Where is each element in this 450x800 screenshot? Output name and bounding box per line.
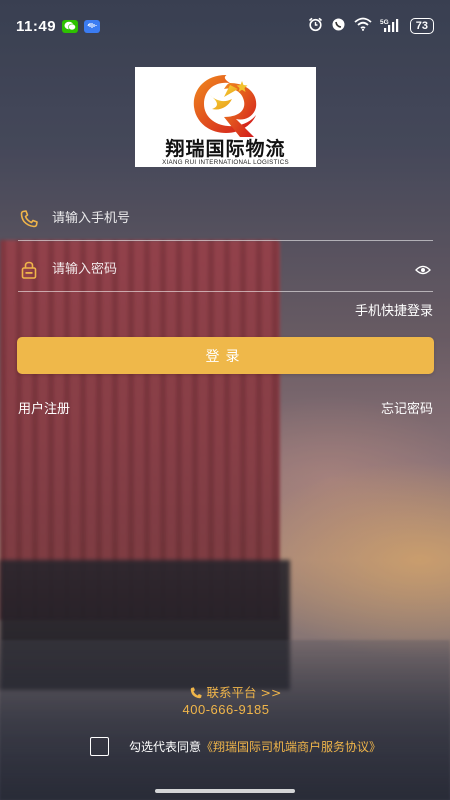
status-bar: 11:49 5G 73 [0, 0, 450, 52]
contact-label[interactable]: 联系平台 >> [207, 684, 282, 701]
signal-icon: 5G [380, 17, 402, 36]
message-icon [84, 19, 101, 33]
svg-text:5G: 5G [380, 19, 389, 26]
status-right: 5G 73 [308, 17, 434, 36]
hd-call-icon [331, 17, 346, 36]
password-input[interactable] [52, 262, 413, 277]
logo-english-name: XIANG RUI INTERNATIONAL LOGISTICS [162, 159, 289, 166]
status-time: 11:49 [16, 17, 57, 35]
forgot-password-link[interactable]: 忘记密码 [381, 398, 433, 417]
phone-icon [18, 208, 40, 230]
contact-phone-number[interactable]: 400-666-9185 [2, 701, 450, 718]
lock-icon [18, 259, 40, 281]
contact-line[interactable]: 联系平台 >> [20, 684, 450, 701]
agreement-link[interactable]: 《翔瑞国际司机端商户服务协议》 [201, 738, 381, 755]
quick-login-link[interactable]: 手机快捷登录 [355, 300, 433, 319]
battery-indicator: 73 [409, 18, 434, 34]
contact-platform[interactable]: 联系平台 >> 400-666-9185 [0, 684, 450, 718]
agreement-text: 勾选代表同意 [129, 740, 202, 754]
agreement-checkbox[interactable] [90, 737, 109, 756]
phone-field[interactable] [18, 197, 433, 241]
logo-chinese-name: 翔瑞国际物流 [165, 138, 286, 160]
alarm-icon [308, 17, 323, 36]
password-field[interactable] [18, 248, 433, 292]
wifi-icon [354, 17, 372, 35]
contact-phone-icon [190, 686, 202, 698]
login-button[interactable]: 登录 [17, 337, 434, 374]
home-indicator[interactable] [155, 789, 295, 793]
company-logo: 翔瑞国际物流 XIANG RUI INTERNATIONAL LOGISTICS [135, 67, 316, 167]
eye-icon[interactable] [413, 260, 433, 280]
phone-input[interactable] [52, 211, 433, 226]
logo-emblem-icon [193, 75, 256, 137]
register-link[interactable]: 用户注册 [18, 398, 70, 417]
agreement-row: 勾选代表同意 《翔瑞国际司机端商户服务协议》 [90, 737, 381, 756]
wechat-icon [62, 19, 79, 33]
